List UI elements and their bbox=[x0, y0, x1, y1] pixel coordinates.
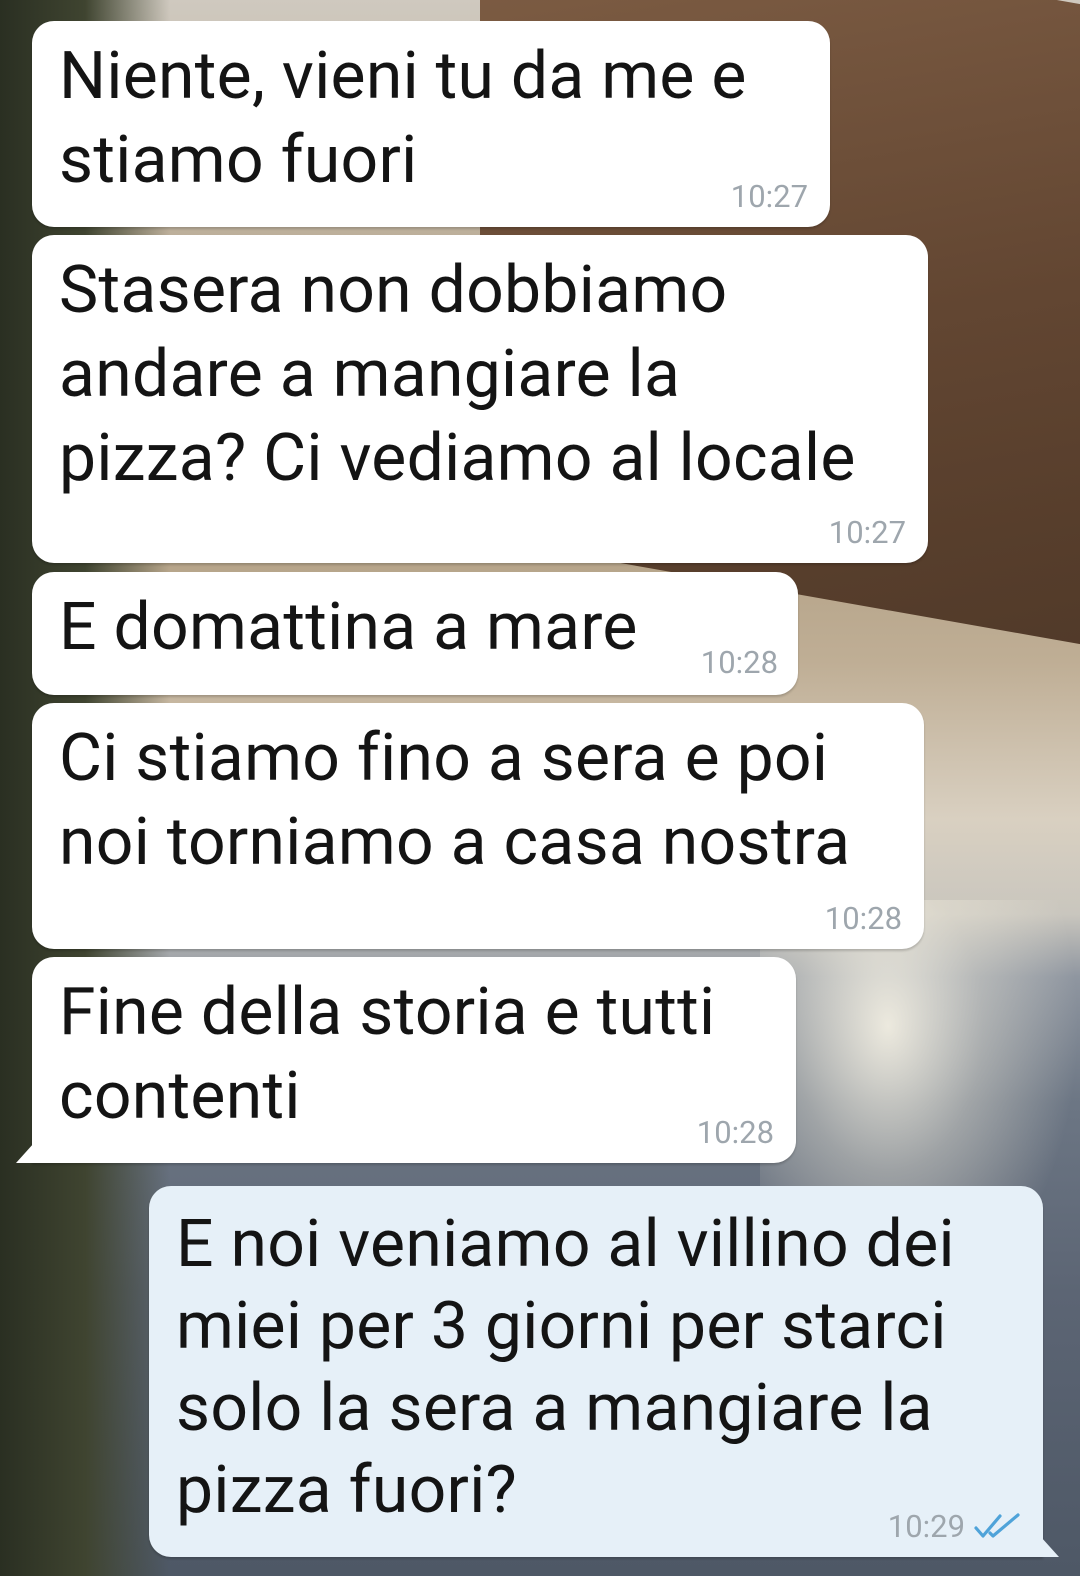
message-timestamp: 10:28 bbox=[824, 900, 902, 937]
message-text: E noi veniamo al villino dei miei per 3 … bbox=[176, 1206, 955, 1529]
message-text: E domattina a mare bbox=[59, 589, 638, 666]
message-bubble-incoming[interactable]: Niente, vieni tu da me e stiamo fuori 10… bbox=[32, 21, 830, 227]
message-text: Niente, vieni tu da me e stiamo fuori bbox=[59, 38, 747, 199]
message-list[interactable]: Niente, vieni tu da me e stiamo fuori 10… bbox=[0, 0, 1080, 1576]
message-text: Stasera non dobbiamo andare a mangiare l… bbox=[59, 252, 856, 497]
message-bubble-incoming[interactable]: Ci stiamo fino a sera e poi noi torniamo… bbox=[32, 703, 924, 949]
message-bubble-incoming[interactable]: Fine della storia e tutti contenti 10:28 bbox=[16, 957, 796, 1163]
message-text: Fine della storia e tutti contenti bbox=[59, 974, 716, 1135]
message-timestamp: 10:29 bbox=[887, 1508, 965, 1545]
double-check-read-icon bbox=[974, 1513, 1020, 1538]
message-timestamp: 10:28 bbox=[700, 644, 778, 681]
message-text: Ci stiamo fino a sera e poi noi torniamo… bbox=[59, 720, 851, 881]
message-timestamp: 10:28 bbox=[696, 1114, 774, 1151]
message-bubble-outgoing[interactable]: E noi veniamo al villino dei miei per 3 … bbox=[149, 1186, 1059, 1557]
message-bubble-incoming[interactable]: E domattina a mare 10:28 bbox=[32, 572, 798, 695]
message-timestamp: 10:27 bbox=[828, 514, 906, 551]
bubble-tail bbox=[1041, 1537, 1059, 1557]
message-timestamp: 10:27 bbox=[730, 178, 808, 215]
bubble-tail bbox=[16, 1143, 34, 1163]
message-bubble-incoming[interactable]: Stasera non dobbiamo andare a mangiare l… bbox=[32, 235, 928, 563]
